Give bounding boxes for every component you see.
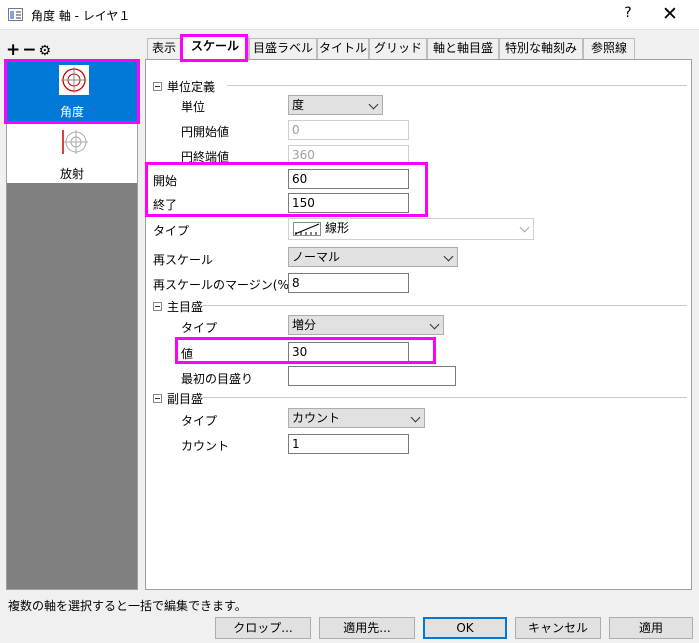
unit-value: 度 xyxy=(292,98,305,112)
section-major-ticks[interactable]: 主目盛 xyxy=(153,298,687,315)
rescale-label: 再スケール xyxy=(153,253,214,267)
apply-to-button[interactable]: 適用先... xyxy=(319,617,415,639)
section-divider xyxy=(203,397,687,398)
minor-type-value: カウント xyxy=(292,411,341,425)
app-window-icon xyxy=(8,8,23,21)
circle-start-field: 0 xyxy=(288,120,409,140)
gear-icon[interactable]: ⚙ xyxy=(39,43,52,59)
scale-type-value: 線形 xyxy=(325,221,350,235)
axis-toolbar: + − ⚙ xyxy=(6,40,53,60)
remove-icon[interactable]: − xyxy=(22,40,36,60)
rescale-dropdown[interactable]: ノーマル xyxy=(288,247,458,267)
highlight-box xyxy=(175,337,436,364)
section-title: 副目盛 xyxy=(167,392,204,406)
chevron-down-icon xyxy=(443,251,454,262)
section-minor-ticks[interactable]: 副目盛 xyxy=(153,390,687,407)
tab-title[interactable]: タイトル xyxy=(317,38,369,59)
tab-line-ticks[interactable]: 軸と軸目盛 xyxy=(427,38,499,59)
window-title: 角度 軸 - レイヤ１ xyxy=(31,9,131,23)
type-label: タイプ xyxy=(153,224,190,238)
chevron-down-icon xyxy=(410,412,421,423)
tab-reference-lines[interactable]: 参照線 xyxy=(583,38,635,59)
minor-type-label: タイプ xyxy=(181,414,218,428)
unit-dropdown[interactable]: 度 xyxy=(288,95,383,115)
close-button[interactable]: ✕ xyxy=(652,3,688,27)
rescale-margin-field[interactable]: 8 xyxy=(288,273,409,293)
minor-type-dropdown[interactable]: カウント xyxy=(288,408,425,428)
major-type-dropdown[interactable]: 増分 xyxy=(288,315,444,335)
linear-scale-icon xyxy=(293,222,321,236)
first-tick-label: 最初の目盛り xyxy=(181,372,254,386)
collapse-icon[interactable] xyxy=(153,82,162,91)
minor-count-label: カウント xyxy=(181,439,230,453)
help-button[interactable]: ? xyxy=(614,5,642,25)
section-divider xyxy=(227,85,687,86)
chevron-down-icon xyxy=(519,222,530,233)
tab-grids[interactable]: グリッド線 xyxy=(369,38,427,74)
section-divider xyxy=(203,305,687,306)
rescale-margin-label: 再スケールのマージン(%) xyxy=(153,278,294,292)
highlight-box xyxy=(145,162,428,217)
title-bar: 角度 軸 - レイヤ１ ? ✕ xyxy=(0,0,699,30)
major-type-value: 増分 xyxy=(292,318,317,332)
highlight-box xyxy=(4,59,140,124)
first-tick-field[interactable] xyxy=(288,366,456,386)
highlight-box xyxy=(180,34,248,62)
ok-button[interactable]: OK xyxy=(423,617,507,639)
collapse-icon[interactable] xyxy=(153,394,162,403)
add-icon[interactable]: + xyxy=(6,40,20,60)
tab-tick-labels[interactable]: 目盛ラベル xyxy=(249,38,317,59)
apply-button[interactable]: 適用 xyxy=(609,617,693,639)
section-title: 主目盛 xyxy=(167,300,204,314)
tab-special-ticks[interactable]: 特別な軸刻み xyxy=(499,38,583,59)
circle-start-label: 円開始値 xyxy=(181,125,230,139)
section-title: 単位定義 xyxy=(167,80,216,94)
minor-count-field[interactable]: 1 xyxy=(288,434,409,454)
scale-type-dropdown[interactable]: 線形 xyxy=(288,218,534,240)
status-message: 複数の軸を選択すると一括で編集できます。 xyxy=(8,599,247,613)
chevron-down-icon xyxy=(368,99,379,110)
sidebar-item-radial[interactable]: 放射 xyxy=(7,123,137,183)
unit-label: 単位 xyxy=(181,100,206,114)
sidebar-item-label: 放射 xyxy=(59,167,84,181)
chevron-down-icon xyxy=(429,319,440,330)
tab-display[interactable]: 表示 xyxy=(147,38,181,59)
radial-axis-icon xyxy=(59,127,89,157)
section-unit-definition[interactable]: 単位定義 xyxy=(153,78,687,95)
cancel-button[interactable]: キャンセル xyxy=(515,617,601,639)
crop-button[interactable]: クロップ... xyxy=(215,617,311,639)
axis-list: 角度 放射 xyxy=(6,60,138,590)
major-type-label: タイプ xyxy=(181,321,218,335)
rescale-value: ノーマル xyxy=(292,250,341,264)
collapse-icon[interactable] xyxy=(153,302,162,311)
